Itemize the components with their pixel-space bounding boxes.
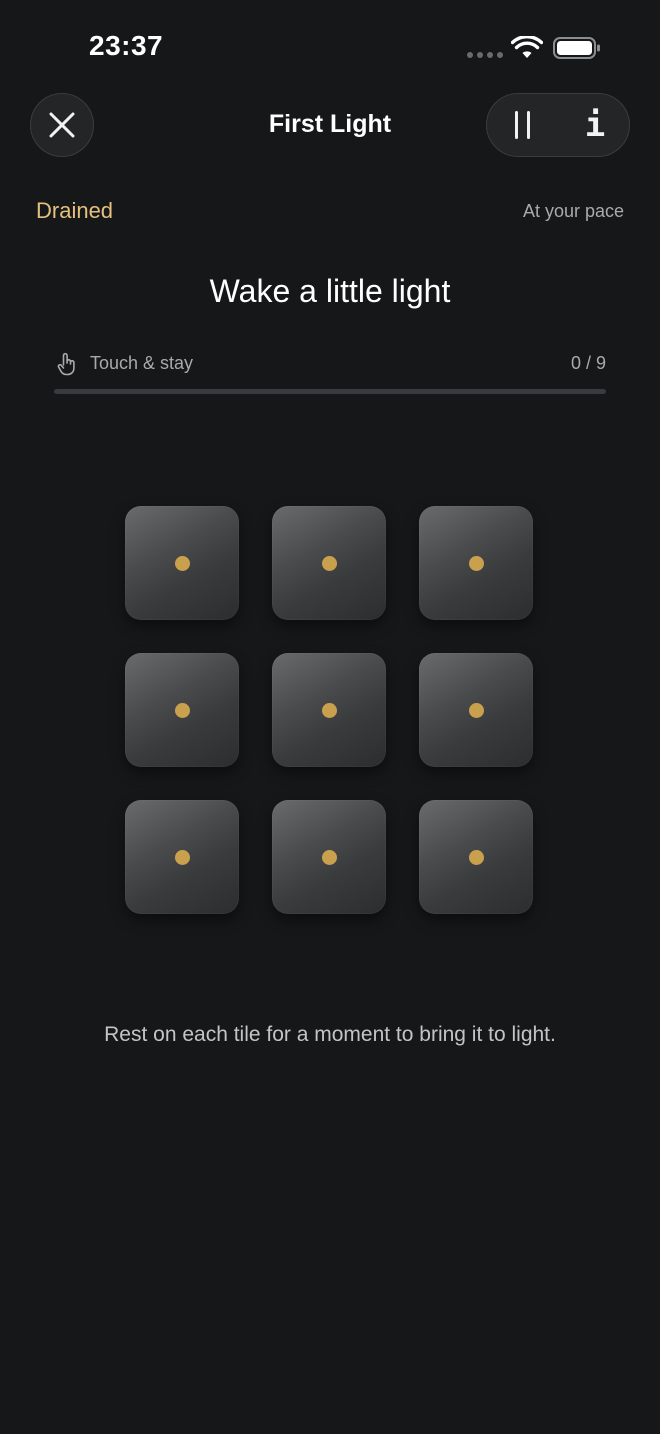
tile-dot-icon [174, 849, 190, 865]
progress-count: 0 / 9 [570, 353, 606, 373]
info-button[interactable]: i [567, 94, 623, 156]
light-tile[interactable] [272, 506, 386, 620]
tile-dot-icon [321, 702, 337, 718]
tile-dot-icon [321, 555, 337, 571]
pace-label: At your pace [522, 201, 624, 221]
status-bar: 23:37 [0, 0, 660, 90]
pause-icon [515, 111, 530, 139]
energy-state-label: Drained [36, 198, 114, 223]
progress-row: Touch & stay 0 / 9 [54, 350, 606, 380]
light-tile[interactable] [125, 506, 239, 620]
tile-dot-icon [174, 555, 190, 571]
status-time: 23:37 [89, 30, 164, 61]
light-tile[interactable] [272, 800, 386, 914]
light-tile[interactable] [125, 800, 239, 914]
header: First Light i [0, 90, 660, 162]
tile-dot-icon [468, 555, 484, 571]
light-tile[interactable] [419, 653, 533, 767]
mode-label: Touch & stay [90, 353, 194, 373]
light-tile[interactable] [419, 800, 533, 914]
progress-track [54, 389, 606, 394]
tile-dot-icon [468, 702, 484, 718]
tile-dot-icon [174, 702, 190, 718]
battery-icon [553, 37, 600, 59]
light-tile[interactable] [272, 653, 386, 767]
signal-dots-icon [467, 51, 503, 59]
light-tile[interactable] [419, 506, 533, 620]
hand-pointer-icon [57, 352, 75, 376]
tile-dot-icon [321, 849, 337, 865]
tile-dot-icon [468, 849, 484, 865]
tile-grid [125, 506, 535, 916]
session-controls: i [486, 93, 630, 157]
wifi-icon [511, 36, 543, 58]
hint-text: Rest on each tile for a moment to bring … [104, 1023, 556, 1046]
info-icon: i [584, 105, 606, 145]
task-title: Wake a little light [209, 273, 451, 309]
pause-button[interactable] [495, 94, 551, 156]
light-tile[interactable] [125, 653, 239, 767]
